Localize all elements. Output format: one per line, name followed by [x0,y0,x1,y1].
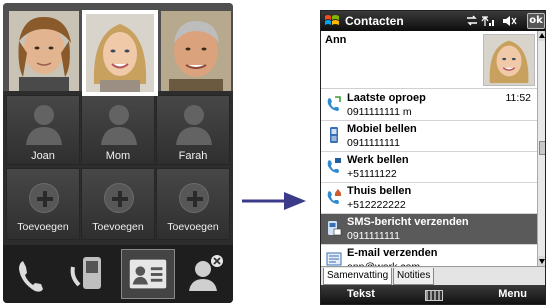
row-value: +51111122 [347,168,397,180]
tab-summary[interactable]: Samenvatting [323,268,393,285]
list-item-send-sms[interactable]: SMS-bericht verzenden 0911111111 [321,214,537,245]
phone-icon[interactable] [5,249,59,299]
windows-start-icon[interactable] [324,13,340,29]
person-silhouette-icon [176,105,212,145]
avatar [86,14,154,92]
row-value: +512222222 [347,199,406,211]
softkey-bar: Tekst Menu [321,285,545,304]
scroll-thumb[interactable] [539,141,545,155]
row-label: Thuis bellen [347,185,412,197]
work-call-icon [327,158,341,173]
contact-photo-joan[interactable] [9,11,79,91]
row-label: Werk bellen [347,154,409,166]
contact-card-icon[interactable] [121,249,175,299]
remove-contact-icon[interactable] [179,249,233,299]
status-icons [467,15,517,26]
person-silhouette-icon [26,105,62,145]
contact-name: Ann [325,34,347,46]
screenshot-stage: Joan Mom Farah Toevoegen Toevoegen Toevo… [0,0,546,305]
favorite-contacts-panel: Joan Mom Farah Toevoegen Toevoegen Toevo… [3,3,233,303]
person-silhouette-icon [101,105,137,145]
row-value: 0911111111 [347,137,400,149]
row-value: 0911111111 m [347,106,412,118]
row-label: SMS-bericht verzenden [347,216,469,228]
add-label: Toevoegen [167,221,219,233]
list-item-mobile-call[interactable]: Mobiel bellen 0911111111 [321,121,537,152]
avatar [484,35,534,85]
contact-photo [483,34,535,86]
scroll-down-arrow-icon[interactable] [538,256,545,266]
tab-strip: Samenvatting Notities [321,266,545,285]
title-bar: Contacten ok [321,11,545,31]
vertical-scrollbar[interactable] [537,31,545,266]
list-item-home-call[interactable]: Thuis bellen +512222222 [321,183,537,214]
list-item-work-call[interactable]: Werk bellen +51111122 [321,152,537,183]
add-contact-tile[interactable]: Toevoegen [6,168,80,240]
softkey-menu-button[interactable]: Menu [498,288,527,300]
contact-tile-joan[interactable]: Joan [6,95,80,165]
contact-photo-farah[interactable] [161,11,231,91]
photo-row [3,3,233,96]
add-label: Toevoegen [17,221,69,233]
volume-icon [503,16,510,26]
contact-tile-farah[interactable]: Farah [156,95,230,165]
ok-button[interactable]: ok [527,13,545,29]
sync-icon [467,15,477,26]
scroll-up-arrow-icon[interactable] [538,31,545,41]
contact-name: Farah [178,150,208,162]
bottom-action-bar [3,245,233,303]
plus-icon [104,183,134,213]
row-label: Mobiel bellen [347,123,417,135]
row-label: E-mail verzenden [347,247,438,259]
home-call-icon [327,189,341,204]
app-title: Contacten [345,14,404,28]
call-log-icon [327,96,341,111]
contact-photo-mom[interactable] [82,10,158,96]
plus-icon [29,183,59,213]
contact-header: Ann [321,31,537,89]
contact-actions-list: Laatste oproep 0911111111 m 11:52 Mobiel… [321,90,537,276]
sms-icon [328,221,342,236]
row-time: 11:52 [505,92,532,104]
antenna-icon [481,16,489,26]
list-item-last-call[interactable]: Laatste oproep 0911111111 m 11:52 [321,90,537,121]
row-value: 0911111111 [347,230,400,242]
row-label: Laatste oproep [347,92,426,104]
add-label: Toevoegen [92,221,144,233]
avatar [161,11,231,91]
add-contact-tile[interactable]: Toevoegen [81,168,155,240]
arrow-right-icon [242,192,306,210]
handset-sms-icon[interactable] [63,249,117,299]
mobile-phone-icon [330,127,338,143]
phone-contact-screen: Contacten ok Ann Laatste oproep 09111111… [320,10,546,305]
softkey-left-button[interactable]: Tekst [347,288,375,300]
contact-name: Joan [31,150,55,162]
avatar [9,11,79,91]
contact-tile-mom[interactable]: Mom [81,95,155,165]
add-contact-tile[interactable]: Toevoegen [156,168,230,240]
contact-name: Mom [105,150,131,162]
keyboard-icon[interactable] [425,290,443,301]
plus-icon [179,183,209,213]
tab-notes[interactable]: Notities [393,268,435,285]
